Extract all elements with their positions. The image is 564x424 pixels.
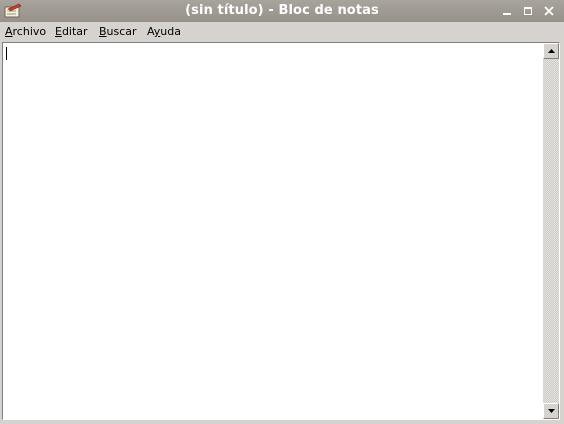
menu-buscar-label: uscar	[106, 25, 137, 38]
menu-archivo-label: rchivo	[12, 25, 47, 38]
text-editor[interactable]	[3, 43, 543, 419]
scroll-down-button[interactable]	[543, 403, 559, 419]
menu-bar: Archivo Editar Buscar Ayuda	[0, 22, 564, 42]
minimize-button[interactable]	[499, 3, 515, 19]
menu-ayuda[interactable]: Ayuda	[147, 22, 181, 42]
menu-buscar-mnemonic: B	[99, 25, 107, 38]
menu-ayuda-label-start: A	[147, 25, 154, 38]
close-icon	[544, 6, 554, 16]
menu-ayuda-label: uda	[160, 25, 181, 38]
window-title: (sin título) - Bloc de notas	[185, 3, 379, 18]
notepad-window: (sin título) - Bloc de notas Archivo Edi…	[0, 0, 564, 424]
menu-editar-label: ditar	[61, 25, 88, 38]
maximize-button[interactable]	[520, 3, 536, 19]
arrow-up-icon	[548, 49, 555, 53]
title-bar[interactable]: (sin título) - Bloc de notas	[0, 0, 564, 22]
editor-frame	[2, 42, 560, 420]
menu-archivo[interactable]: Archivo	[5, 22, 46, 42]
minimize-icon	[503, 13, 511, 15]
arrow-down-icon	[548, 409, 555, 413]
menu-archivo-mnemonic: A	[5, 25, 13, 38]
vertical-scrollbar[interactable]	[543, 43, 559, 419]
menu-buscar[interactable]: Buscar	[99, 22, 137, 42]
scroll-up-button[interactable]	[543, 43, 559, 59]
close-button[interactable]	[541, 3, 557, 19]
text-caret	[6, 47, 7, 60]
menu-editar-mnemonic: E	[55, 25, 62, 38]
maximize-icon	[524, 7, 532, 15]
menu-editar[interactable]: Editar	[55, 22, 88, 42]
